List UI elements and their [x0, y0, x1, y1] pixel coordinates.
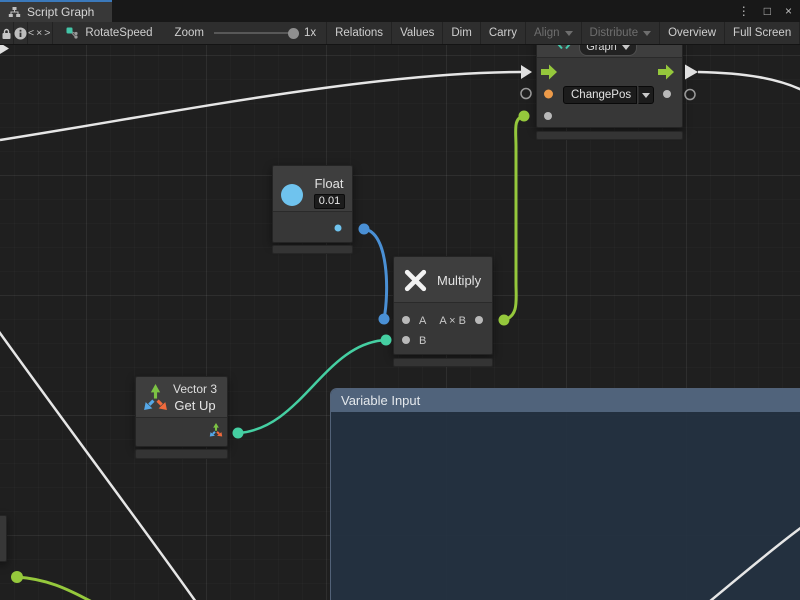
wire-blue-float-to-a[interactable]: [364, 229, 387, 319]
code-icon: <×>: [28, 27, 52, 39]
wires-overlay: [0, 45, 800, 600]
port-value-in[interactable]: [544, 112, 552, 120]
wire-endpoint-teal-in[interactable]: [381, 335, 392, 346]
port-hollow-left[interactable]: [521, 89, 531, 99]
zoom-slider-knob[interactable]: [288, 28, 299, 39]
flow-input-arrow[interactable]: [521, 65, 532, 79]
port-hollow-right[interactable]: [685, 90, 695, 100]
port-multiply-a[interactable]: [402, 316, 410, 324]
window-controls: ⋮ □ ×: [738, 0, 800, 22]
chevron-down-icon: [643, 31, 651, 36]
wire-flow-in[interactable]: [0, 72, 521, 140]
code-preview-button[interactable]: <×>: [28, 22, 53, 44]
wire-white-bottom-right[interactable]: [709, 527, 800, 600]
port-variable-orange[interactable]: [544, 90, 553, 99]
tab-bar: Script Graph ⋮ □ ×: [0, 0, 800, 22]
wire-white-left[interactable]: [0, 322, 196, 600]
port-multiply-b[interactable]: [402, 336, 410, 344]
wire-endpoint-green-out[interactable]: [499, 315, 510, 326]
info-icon: [14, 27, 27, 40]
graph-reference-name: RotateSpeed: [85, 27, 152, 39]
tab-script-graph[interactable]: Script Graph: [0, 0, 112, 22]
wire-arrow-top-left[interactable]: [0, 45, 9, 54]
menu-icon[interactable]: ⋮: [738, 4, 750, 18]
wire-endpoint-green-bottom[interactable]: [11, 571, 23, 583]
zoom-label: Zoom: [175, 27, 204, 39]
zoom-slider[interactable]: [214, 32, 294, 34]
carry-button[interactable]: Carry: [481, 22, 526, 44]
view-buttons: Relations Values Dim Carry Align Distrib…: [326, 22, 800, 44]
info-button[interactable]: [14, 22, 28, 44]
port-float-out[interactable]: [335, 225, 342, 232]
wire-green-multiply-to-setvar[interactable]: [504, 116, 524, 320]
script-graph-window: Script Graph ⋮ □ × <×>: [0, 0, 800, 600]
close-icon[interactable]: ×: [785, 4, 792, 18]
dim-button[interactable]: Dim: [443, 22, 480, 44]
graph-canvas[interactable]: Variable Input Graph ChangePos: [0, 45, 800, 600]
wire-endpoint-teal-out[interactable]: [233, 428, 244, 439]
wire-green-bottom-left[interactable]: [17, 577, 92, 600]
zoom-value: 1x: [304, 27, 316, 39]
graph-reference[interactable]: RotateSpeed: [65, 26, 152, 40]
zoom-control: Zoom 1x: [175, 27, 325, 39]
lock-button[interactable]: [0, 22, 14, 44]
values-button[interactable]: Values: [392, 22, 443, 44]
wire-flow-out[interactable]: [698, 72, 800, 90]
chevron-down-icon: [565, 31, 573, 36]
fullscreen-button[interactable]: Full Screen: [725, 22, 800, 44]
lock-icon: [0, 27, 13, 40]
align-button[interactable]: Align: [526, 22, 582, 44]
wire-teal-vector3-to-b[interactable]: [238, 340, 386, 433]
tab-title: Script Graph: [27, 5, 94, 19]
maximize-icon[interactable]: □: [764, 4, 771, 18]
port-multiply-out[interactable]: [475, 316, 483, 324]
flow-output-arrow[interactable]: [685, 65, 698, 80]
hierarchy-graph-icon: [8, 6, 21, 18]
overview-button[interactable]: Overview: [660, 22, 725, 44]
wire-endpoint-blue-out[interactable]: [359, 224, 370, 235]
flow-in-arrow-icon[interactable]: [541, 65, 557, 80]
flow-out-arrow-icon[interactable]: [658, 65, 674, 80]
wire-endpoint-green-in[interactable]: [519, 111, 530, 122]
script-graph-asset-icon: [65, 26, 79, 40]
relations-button[interactable]: Relations: [327, 22, 392, 44]
wire-endpoint-blue-in[interactable]: [379, 314, 390, 325]
graph-toolbar: <×> RotateSpeed Zoom 1x Relations Values…: [0, 22, 800, 45]
port-value-out[interactable]: [663, 90, 671, 98]
distribute-button[interactable]: Distribute: [582, 22, 661, 44]
